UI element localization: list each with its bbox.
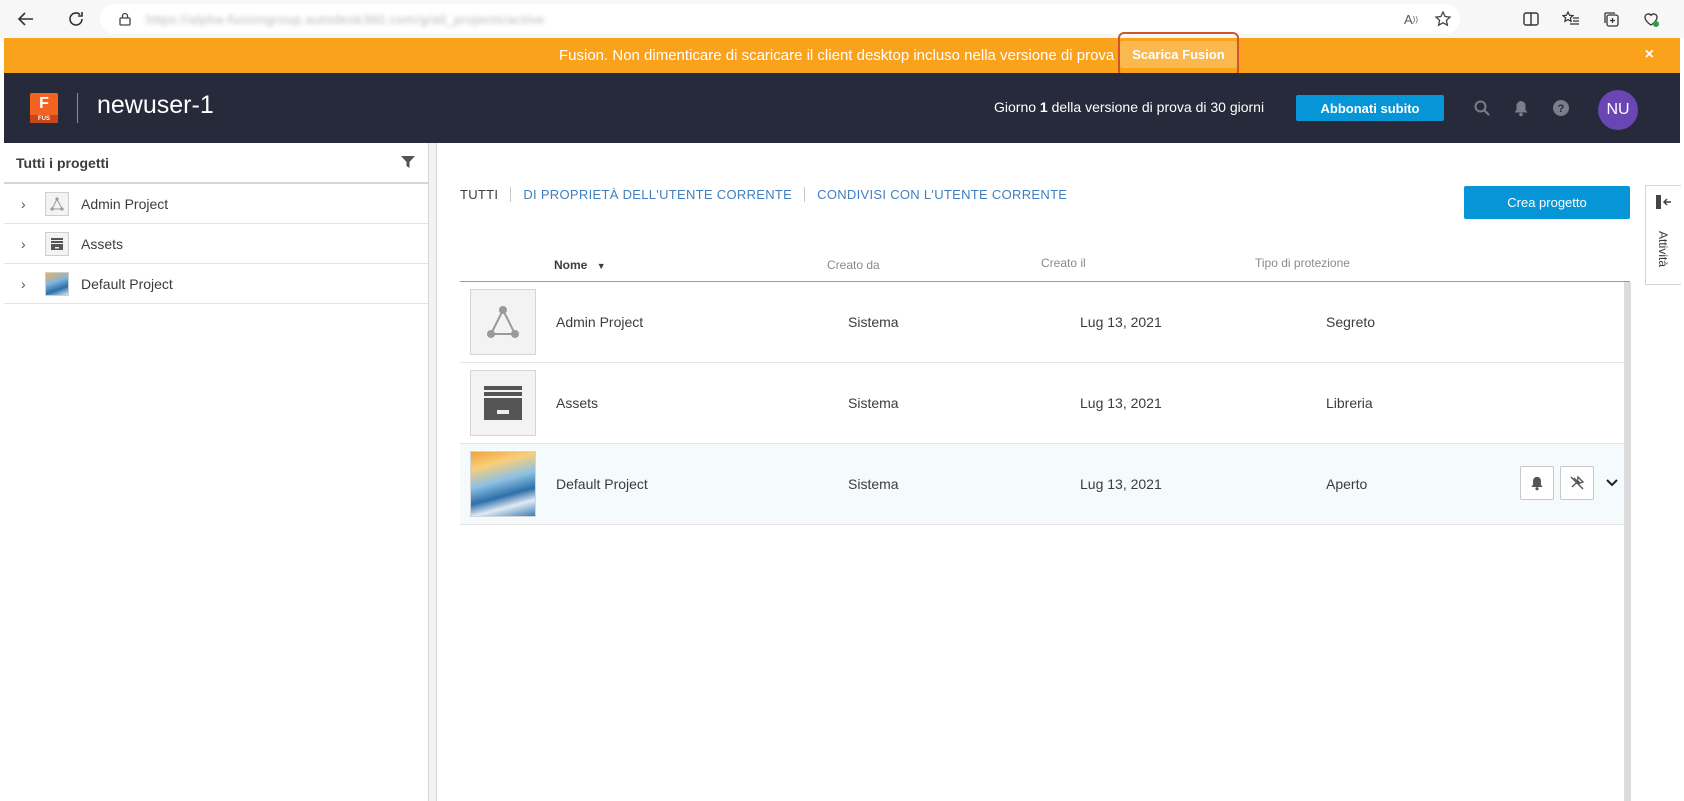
close-icon[interactable]: × — [1645, 46, 1654, 64]
row-protection: Segreto — [1326, 314, 1376, 330]
row-protection: Libreria — [1326, 395, 1373, 411]
sort-desc-icon: ▼ — [596, 261, 606, 271]
tab-all[interactable]: TUTTI — [460, 187, 510, 202]
archive-box-icon — [470, 370, 536, 436]
triangle-nodes-icon — [470, 289, 536, 355]
row-created-by: Sistema — [848, 314, 899, 330]
search-icon[interactable] — [1473, 99, 1491, 122]
scrollbar[interactable] — [1624, 282, 1631, 801]
subscribe-button[interactable]: Abbonati subito — [1296, 95, 1444, 121]
collections-icon[interactable] — [1602, 10, 1620, 28]
hub-title: newuser-1 — [97, 91, 214, 119]
notification-bell-icon[interactable] — [1513, 99, 1529, 122]
sidebar-item-default-project[interactable]: › Default Project — [4, 264, 428, 304]
chevron-right-icon[interactable]: › — [21, 236, 26, 252]
table-row[interactable]: Default Project Sistema Lug 13, 2021 Ape… — [460, 444, 1624, 525]
triangle-nodes-icon — [45, 191, 69, 216]
favorite-star-icon[interactable] — [1434, 10, 1452, 28]
row-actions — [1520, 466, 1624, 500]
address-bar[interactable]: https://alpha-fusiongroup.autodesk360.co… — [100, 4, 1460, 34]
row-created-on: Lug 13, 2021 — [1080, 476, 1162, 492]
tab-owned[interactable]: DI PROPRIETÀ DELL'UTENTE CORRENTE — [510, 187, 804, 202]
svg-text:?: ? — [1558, 103, 1565, 115]
chevron-right-icon[interactable]: › — [21, 276, 26, 292]
row-created-by: Sistema — [848, 476, 899, 492]
project-sidebar: Tutti i progetti › Admin Project › Asset… — [4, 143, 429, 801]
lock-icon — [116, 10, 134, 28]
column-name-label: Nome — [554, 258, 588, 272]
sidebar-heading: Tutti i progetti — [16, 154, 110, 171]
url-text: https://alpha-fusiongroup.autodesk360.co… — [146, 11, 545, 27]
project-filter-tabs: TUTTI DI PROPRIETÀ DELL'UTENTE CORRENTE … — [460, 187, 1079, 202]
refresh-icon[interactable] — [60, 3, 92, 35]
download-fusion-button[interactable]: Scarica Fusion — [1120, 41, 1237, 68]
fusion-logo: F FUS — [30, 93, 58, 123]
activity-panel-toggle[interactable]: Attività — [1645, 185, 1681, 285]
pin-off-icon[interactable] — [1560, 466, 1594, 500]
filter-icon[interactable] — [400, 155, 416, 172]
help-icon[interactable]: ? — [1552, 99, 1570, 122]
logo-divider — [77, 93, 78, 123]
table-header: Nome ▼ Creato da Creato il Tipo di prote… — [460, 252, 1630, 282]
project-image-icon — [470, 451, 536, 517]
trial-status: Giorno 1 della versione di prova di 30 g… — [994, 99, 1264, 115]
notification-bell-icon[interactable] — [1520, 466, 1554, 500]
tab-shared[interactable]: CONDIVISI CON L'UTENTE CORRENTE — [804, 187, 1079, 202]
extensions-heart-icon[interactable] — [1642, 10, 1660, 28]
back-icon[interactable] — [10, 3, 42, 35]
app-header: F FUS newuser-1 Giorno 1 della versione … — [4, 73, 1680, 143]
create-project-button[interactable]: Crea progetto — [1464, 186, 1630, 219]
read-aloud-icon[interactable]: A)) — [1402, 10, 1420, 28]
column-name[interactable]: Nome ▼ — [554, 258, 606, 272]
column-created-by[interactable]: Creato da — [827, 258, 880, 272]
sidebar-header: Tutti i progetti — [4, 143, 428, 184]
column-protection[interactable]: Tipo di protezione — [1255, 256, 1350, 270]
chevron-down-icon[interactable] — [1600, 479, 1624, 487]
row-name[interactable]: Default Project — [556, 476, 648, 492]
table-row[interactable]: Assets Sistema Lug 13, 2021 Libreria — [460, 363, 1624, 444]
collapse-panel-icon[interactable] — [1655, 194, 1673, 215]
column-created-on[interactable]: Creato il — [1041, 256, 1086, 270]
browser-toolbar: https://alpha-fusiongroup.autodesk360.co… — [0, 0, 1684, 38]
row-created-on: Lug 13, 2021 — [1080, 395, 1162, 411]
avatar[interactable]: NU — [1598, 90, 1638, 130]
sidebar-item-admin-project[interactable]: › Admin Project — [4, 184, 428, 224]
sidebar-item-label: Assets — [81, 235, 124, 252]
sidebar-item-label: Admin Project — [81, 195, 169, 212]
logo-sub: FUS — [30, 115, 58, 123]
table-row[interactable]: Admin Project Sistema Lug 13, 2021 Segre… — [460, 282, 1624, 363]
row-name[interactable]: Assets — [556, 395, 598, 411]
sidebar-item-assets[interactable]: › Assets — [4, 224, 428, 264]
row-created-by: Sistema — [848, 395, 899, 411]
sidebar-item-label: Default Project — [81, 275, 173, 292]
logo-letter: F — [39, 95, 49, 112]
archive-box-icon — [45, 231, 69, 256]
project-image-icon — [45, 271, 69, 296]
trial-banner: Fusion. Non dimenticare di scaricare il … — [4, 32, 1680, 77]
row-name[interactable]: Admin Project — [556, 314, 643, 330]
sidebar-resize-handle[interactable] — [429, 143, 437, 801]
activity-label: Attività — [1656, 231, 1670, 268]
download-highlight: Scarica Fusion — [1118, 32, 1239, 77]
trial-prefix: Giorno — [994, 99, 1037, 115]
favorites-list-icon[interactable] — [1562, 10, 1580, 28]
banner-message: Fusion. Non dimenticare di scaricare il … — [559, 47, 1196, 64]
trial-suffix: della versione di prova di 30 giorni — [1051, 99, 1265, 115]
row-protection: Aperto — [1326, 476, 1368, 492]
row-created-on: Lug 13, 2021 — [1080, 314, 1162, 330]
split-screen-icon[interactable] — [1522, 10, 1540, 28]
trial-day: 1 — [1039, 99, 1048, 115]
chevron-right-icon[interactable]: › — [21, 196, 26, 212]
